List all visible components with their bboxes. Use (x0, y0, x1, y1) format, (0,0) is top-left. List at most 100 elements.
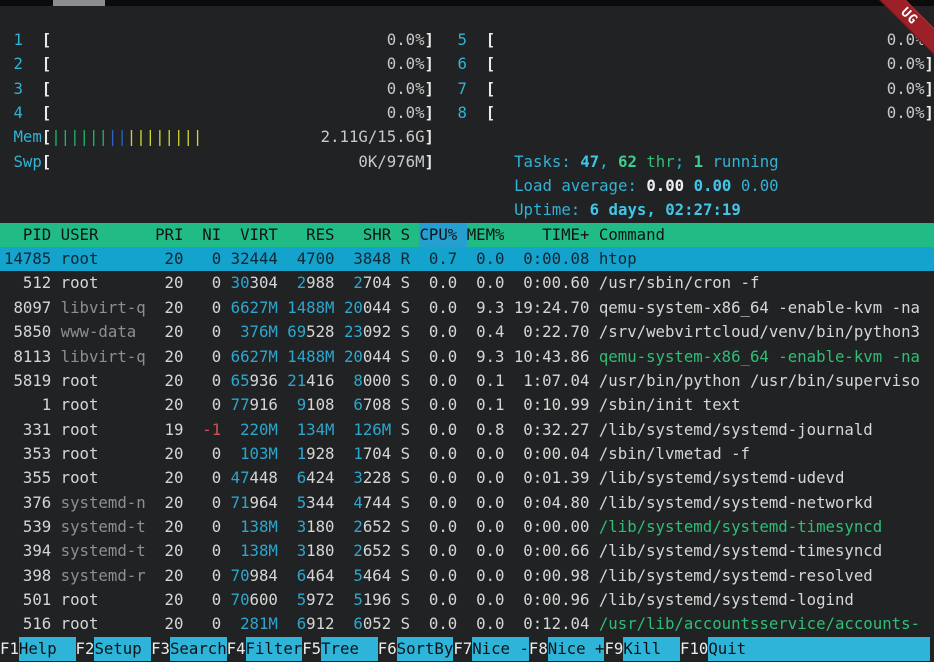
process-time: 0:00.98 (514, 564, 590, 588)
cpu-meter-value: 0.0% (387, 28, 425, 52)
column-header-command[interactable]: Command (599, 223, 934, 247)
function-key-button[interactable]: Help (19, 637, 76, 661)
column-header-mem[interactable]: MEM% (467, 223, 505, 247)
column-header-res[interactable]: RES (287, 223, 334, 247)
process-nice: 0 (193, 393, 221, 417)
process-command: /usr/bin/python /usr/bin/superviso (599, 369, 934, 393)
process-command: /usr/sbin/cron -f (599, 271, 934, 295)
process-user: libvirt-q (61, 296, 146, 320)
swap-meter-label: Swp (4, 150, 42, 174)
process-row[interactable]: 516root200281M69126052S0.00.00:12.04/usr… (0, 612, 934, 636)
meter-close-bracket: ] (425, 150, 434, 174)
function-key-button[interactable]: SortBy (397, 637, 454, 661)
process-pid: 355 (4, 466, 51, 490)
function-key-number[interactable]: F1 (0, 637, 19, 661)
function-key-button[interactable]: Quit (708, 637, 930, 661)
process-pid: 331 (4, 418, 51, 442)
process-user: root (61, 247, 146, 271)
process-row[interactable]: 5819root20065936214168000S0.00.11:07.04/… (0, 369, 934, 393)
process-time: 0:01.39 (514, 466, 590, 490)
column-header-virt[interactable]: VIRT (231, 223, 278, 247)
function-key-number[interactable]: F8 (529, 637, 548, 661)
process-row[interactable]: 539systemd-t200138M31802652S0.00.00:00.0… (0, 515, 934, 539)
process-row[interactable]: 14785root2003244447003848R0.70.00:00.08h… (0, 247, 934, 271)
function-key-button[interactable]: Kill (623, 637, 680, 661)
process-pid: 353 (4, 442, 51, 466)
function-key-button[interactable]: Nice + (548, 637, 605, 661)
process-mem-percent: 0.0 (467, 564, 505, 588)
process-row[interactable]: 8113libvirt-q2006627M1488M20044S0.09.310… (0, 345, 934, 369)
process-nice: 0 (193, 564, 221, 588)
process-row[interactable]: 331root19-1220M134M126MS0.00.80:32.27/li… (0, 418, 934, 442)
process-row[interactable]: 376systemd-n2007196453444744S0.00.00:04.… (0, 491, 934, 515)
cpu-meter: 2[0.0%] (4, 52, 434, 76)
process-row[interactable]: 353root200103M19281704S0.00.00:00.04/sbi… (0, 442, 934, 466)
process-pid: 376 (4, 491, 51, 515)
process-virt: 376M (231, 320, 278, 344)
column-header-pri[interactable]: PRI (155, 223, 183, 247)
process-mem-percent: 0.0 (467, 539, 505, 563)
process-row[interactable]: 394systemd-t200138M31802652S0.00.00:00.6… (0, 539, 934, 563)
process-row[interactable]: 355root2004744864243228S0.00.00:01.39/li… (0, 466, 934, 490)
function-key-number[interactable]: F6 (378, 637, 397, 661)
function-key-button[interactable]: Filter (246, 637, 303, 661)
process-time: 0:04.80 (514, 491, 590, 515)
process-cpu-percent: 0.0 (419, 515, 457, 539)
process-state: S (401, 320, 410, 344)
function-key-button[interactable]: Search (170, 637, 227, 661)
function-key-button[interactable]: Setup (94, 637, 151, 661)
load-15min: 0.00 (741, 176, 779, 195)
function-key-number[interactable]: F4 (227, 637, 246, 661)
process-pid: 501 (4, 588, 51, 612)
function-key-button[interactable]: Nice - (472, 637, 529, 661)
process-cpu-percent: 0.0 (419, 418, 457, 442)
function-key-number[interactable]: F7 (453, 637, 472, 661)
process-mem-percent: 0.0 (467, 247, 505, 271)
process-shr: 20044 (344, 296, 391, 320)
process-command: /lib/systemd/systemd-logind (599, 588, 934, 612)
column-header-shr[interactable]: SHR (344, 223, 391, 247)
process-priority: 20 (155, 564, 183, 588)
memory-meter-bar: |||||||||||||||| (51, 125, 202, 149)
process-row[interactable]: 501root2007060059725196S0.00.00:00.96/li… (0, 588, 934, 612)
column-header-user[interactable]: USER (61, 223, 146, 247)
process-virt: 6627M (231, 345, 278, 369)
process-nice: 0 (193, 539, 221, 563)
process-res: 3180 (287, 539, 334, 563)
process-pid: 5819 (4, 369, 51, 393)
function-key-number[interactable]: F3 (151, 637, 170, 661)
column-header-state[interactable]: S (401, 223, 410, 247)
column-header-pid[interactable]: PID (4, 223, 51, 247)
process-cpu-percent: 0.0 (419, 393, 457, 417)
process-row[interactable]: 5850www-data200376M6952823092S0.00.40:22… (0, 320, 934, 344)
function-key-button[interactable]: Tree (321, 637, 378, 661)
process-row[interactable]: 1root2007791691086708S0.00.10:10.99/sbin… (0, 393, 934, 417)
process-user: root (61, 369, 146, 393)
process-shr: 6708 (344, 393, 391, 417)
process-cpu-percent: 0.0 (419, 296, 457, 320)
process-row[interactable]: 8097libvirt-q2006627M1488M20044S0.09.319… (0, 296, 934, 320)
tasks-label: Tasks: (514, 152, 580, 171)
process-state: S (401, 296, 410, 320)
column-header-time[interactable]: TIME+ (514, 223, 590, 247)
process-state: S (401, 418, 410, 442)
cpu-meter: 3[0.0%] (4, 77, 434, 101)
column-header-cpu-sorted[interactable]: CPU% (419, 223, 466, 247)
function-key-number[interactable]: F10 (680, 637, 708, 661)
process-mem-percent: 9.3 (467, 345, 505, 369)
process-row[interactable]: 512root2003030429882704S0.00.00:00.60/us… (0, 271, 934, 295)
cpu-meter-value: 0.0% (887, 101, 925, 125)
process-command: /lib/systemd/systemd-udevd (599, 466, 934, 490)
process-mem-percent: 0.1 (467, 369, 505, 393)
process-shr: 6052 (344, 612, 391, 636)
function-key-number[interactable]: F9 (604, 637, 623, 661)
process-nice: 0 (193, 247, 221, 271)
process-state: S (401, 393, 410, 417)
cpu-meter: 1[0.0%] (4, 28, 434, 52)
cpu-meter-value: 0.0% (387, 101, 425, 125)
column-header-ni[interactable]: NI (193, 223, 221, 247)
process-mem-percent: 0.0 (467, 612, 505, 636)
process-row[interactable]: 398systemd-r2007098464645464S0.00.00:00.… (0, 564, 934, 588)
function-key-number[interactable]: F5 (302, 637, 321, 661)
function-key-number[interactable]: F2 (76, 637, 95, 661)
